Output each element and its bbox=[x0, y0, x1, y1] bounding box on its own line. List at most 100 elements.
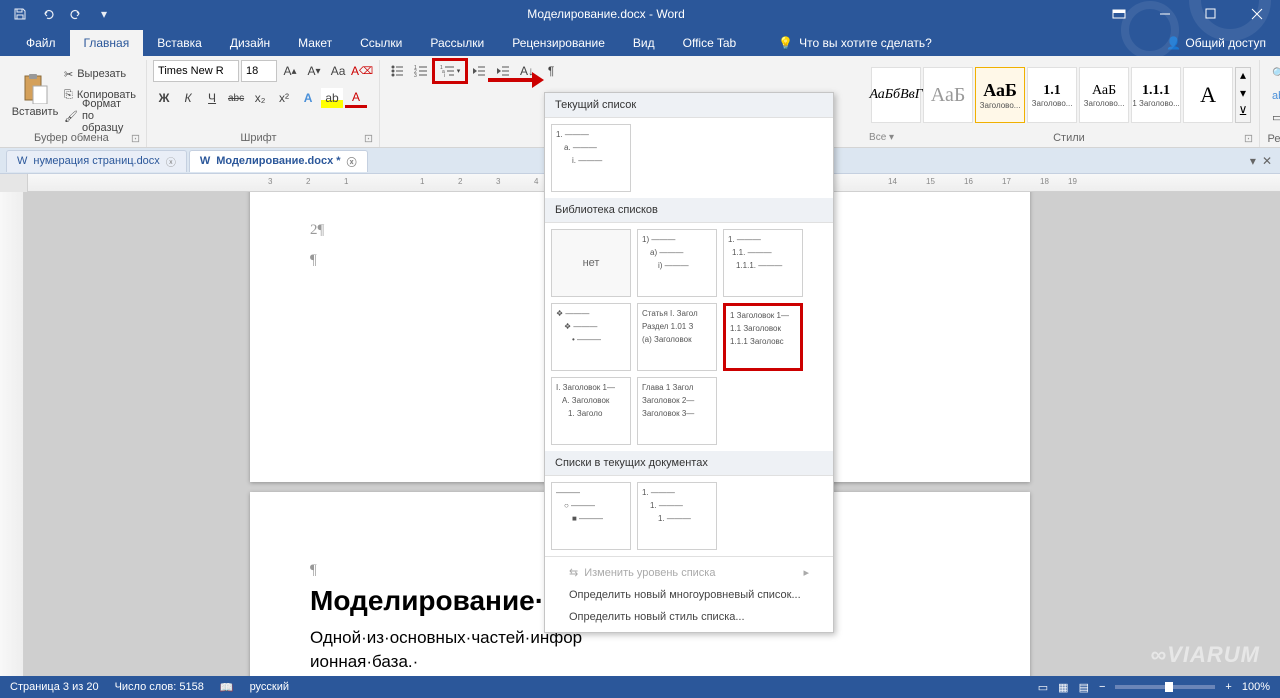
bold-button[interactable]: Ж bbox=[153, 88, 175, 108]
subscript-button[interactable]: x₂ bbox=[249, 88, 271, 108]
editing-group: 🔍Найти ▾ abЗаменить ▭Выделить ▾ Редактир… bbox=[1260, 60, 1280, 147]
styles-label: Все ▾Стили ⊡ bbox=[869, 130, 1253, 147]
style-tile[interactable]: АаБ bbox=[923, 67, 973, 123]
multilevel-list-button[interactable]: 1ai▾ bbox=[434, 60, 466, 82]
tab-insert[interactable]: Вставка bbox=[143, 30, 216, 56]
change-case-button[interactable]: Aa bbox=[327, 61, 349, 81]
list-preset-tile-selected[interactable]: 1 Заголовок 1—1.1 Заголовок1.1.1 Заголов… bbox=[723, 303, 803, 371]
list-preset-tile[interactable]: I. Заголовок 1—A. Заголовок1. Заголо bbox=[551, 377, 631, 445]
tab-mailings[interactable]: Рассылки bbox=[416, 30, 498, 56]
redo-button[interactable] bbox=[64, 2, 88, 26]
vertical-ruler[interactable] bbox=[0, 192, 24, 676]
font-group: Times New R 18 A▴ A▾ Aa A⌫ Ж К Ч abc x₂ … bbox=[147, 60, 380, 147]
tab-officetab[interactable]: Office Tab bbox=[669, 30, 751, 56]
italic-button[interactable]: К bbox=[177, 88, 199, 108]
close-tab-icon[interactable]: ⓧ bbox=[347, 154, 357, 169]
editing-label: Редактирование bbox=[1266, 131, 1280, 147]
select-button[interactable]: ▭Выделить ▾ bbox=[1272, 108, 1280, 128]
word-icon: W bbox=[200, 155, 210, 167]
tab-home[interactable]: Главная bbox=[70, 30, 144, 56]
styles-expand-button[interactable]: ⊻ bbox=[1236, 104, 1250, 122]
decrease-indent-button[interactable] bbox=[468, 60, 490, 82]
font-size-combo[interactable]: 18 bbox=[241, 60, 277, 82]
highlight-button[interactable]: ab bbox=[321, 88, 343, 108]
bullets-button[interactable] bbox=[386, 60, 408, 82]
define-new-list-item[interactable]: Определить новый многоуровневый список..… bbox=[545, 584, 833, 606]
view-web-button[interactable]: ▤ bbox=[1079, 681, 1089, 694]
list-preset-tile[interactable]: ❖ ——— ❖ ——— • ——— bbox=[551, 303, 631, 371]
style-tile[interactable]: А bbox=[1183, 67, 1233, 123]
svg-text:3: 3 bbox=[414, 73, 417, 78]
view-read-button[interactable]: ▭ bbox=[1038, 681, 1048, 694]
paragraph-mark: 2¶ bbox=[310, 222, 324, 239]
undo-button[interactable] bbox=[36, 2, 60, 26]
tab-references[interactable]: Ссылки bbox=[346, 30, 416, 56]
view-print-button[interactable]: ▦ bbox=[1058, 681, 1068, 694]
tab-design[interactable]: Дизайн bbox=[216, 30, 284, 56]
multilevel-list-dropdown: Текущий список 1. ———a. ———i. ——— Библио… bbox=[544, 92, 834, 633]
page-indicator[interactable]: Страница 3 из 20 bbox=[10, 681, 99, 693]
strike-button[interactable]: abc bbox=[225, 88, 247, 108]
style-tile[interactable]: АаБЗаголово... bbox=[1079, 67, 1129, 123]
text-effects-button[interactable]: A bbox=[297, 88, 319, 108]
replace-button[interactable]: abЗаменить bbox=[1272, 86, 1280, 106]
list-preset-tile[interactable]: Глава 1 ЗаголЗаголовок 2—Заголовок 3— bbox=[637, 377, 717, 445]
style-tile[interactable]: 1.1Заголово... bbox=[1027, 67, 1077, 123]
font-name-combo[interactable]: Times New R bbox=[153, 60, 239, 82]
select-icon: ▭ bbox=[1272, 111, 1280, 124]
close-tab-icon[interactable]: ⓧ bbox=[166, 154, 176, 169]
brush-icon: 🖌 bbox=[64, 110, 78, 123]
define-new-style-item[interactable]: Определить новый стиль списка... bbox=[545, 606, 833, 628]
qat-customize-dropdown[interactable]: ▾ bbox=[92, 2, 116, 26]
tab-layout[interactable]: Макет bbox=[284, 30, 346, 56]
tab-list-button[interactable]: ▾ bbox=[1250, 154, 1256, 168]
word-icon: W bbox=[17, 155, 27, 167]
style-tile[interactable]: АаБЗаголово... bbox=[975, 67, 1025, 123]
status-bar: Страница 3 из 20 Число слов: 5158 📖 русс… bbox=[0, 676, 1280, 698]
superscript-button[interactable]: x² bbox=[273, 88, 295, 108]
clipboard-label: Буфер обмена ⊡ bbox=[12, 130, 140, 147]
document-tab[interactable]: WМоделирование.docx *ⓧ bbox=[189, 150, 368, 172]
language-indicator[interactable]: русский bbox=[250, 681, 289, 693]
list-preset-tile[interactable]: 1. ———a. ———i. ——— bbox=[551, 124, 631, 192]
word-count[interactable]: Число слов: 5158 bbox=[115, 681, 204, 693]
list-preset-none[interactable]: нет bbox=[551, 229, 631, 297]
list-preset-tile[interactable]: 1. ———1.1. ———1.1.1. ——— bbox=[723, 229, 803, 297]
zoom-in-button[interactable]: + bbox=[1225, 681, 1231, 693]
list-preset-tile[interactable]: ———○ ———■ ——— bbox=[551, 482, 631, 550]
find-button[interactable]: 🔍Найти ▾ bbox=[1272, 64, 1280, 84]
zoom-level[interactable]: 100% bbox=[1242, 681, 1270, 693]
zoom-out-button[interactable]: − bbox=[1099, 681, 1105, 693]
tab-view[interactable]: Вид bbox=[619, 30, 669, 56]
style-tile[interactable]: АаБбВвГ bbox=[871, 67, 921, 123]
tab-file[interactable]: Файл bbox=[12, 30, 70, 56]
cut-button[interactable]: ✂Вырезать bbox=[60, 64, 140, 84]
styles-more-button[interactable]: ▴ bbox=[1236, 68, 1250, 86]
style-tile[interactable]: 1.1.11 Заголово... bbox=[1131, 67, 1181, 123]
spellcheck-icon[interactable]: 📖 bbox=[220, 681, 234, 694]
list-preset-tile[interactable]: 1. ———1. ———1. ——— bbox=[637, 482, 717, 550]
list-preset-tile[interactable]: Статья I. ЗаголРаздел 1.01 З(a) Заголово… bbox=[637, 303, 717, 371]
dropdown-section-header: Библиотека списков bbox=[545, 198, 833, 223]
change-list-level-item: ⇆Изменить уровень списка▸ bbox=[545, 561, 833, 584]
styles-more-button[interactable]: ▾ bbox=[1236, 86, 1250, 104]
paragraph-mark: ¶ bbox=[310, 252, 317, 269]
numbering-button[interactable]: 123 bbox=[410, 60, 432, 82]
styles-gallery[interactable]: АаБбВвГ АаБ АаБЗаголово... 1.1Заголово..… bbox=[869, 65, 1253, 125]
document-tab[interactable]: Wнумерация страниц.docxⓧ bbox=[6, 150, 187, 172]
font-label: Шрифт ⊡ bbox=[153, 130, 373, 147]
grow-font-button[interactable]: A▴ bbox=[279, 61, 301, 81]
zoom-slider[interactable] bbox=[1115, 685, 1215, 689]
tab-review[interactable]: Рецензирование bbox=[498, 30, 619, 56]
font-color-button[interactable]: A bbox=[345, 88, 367, 108]
format-painter-button[interactable]: 🖌Формат по образцу bbox=[60, 106, 140, 126]
quick-access-toolbar: ▾ bbox=[0, 2, 116, 26]
underline-button[interactable]: Ч bbox=[201, 88, 223, 108]
clear-format-button[interactable]: A⌫ bbox=[351, 61, 373, 81]
shrink-font-button[interactable]: A▾ bbox=[303, 61, 325, 81]
list-preset-tile[interactable]: 1) ———a) ———i) ——— bbox=[637, 229, 717, 297]
close-all-tabs-button[interactable]: ✕ bbox=[1262, 154, 1272, 168]
paste-button[interactable]: Вставить bbox=[12, 62, 58, 128]
save-icon[interactable] bbox=[8, 2, 32, 26]
tell-me-search[interactable]: 💡Что вы хотите сделать? bbox=[770, 30, 940, 56]
